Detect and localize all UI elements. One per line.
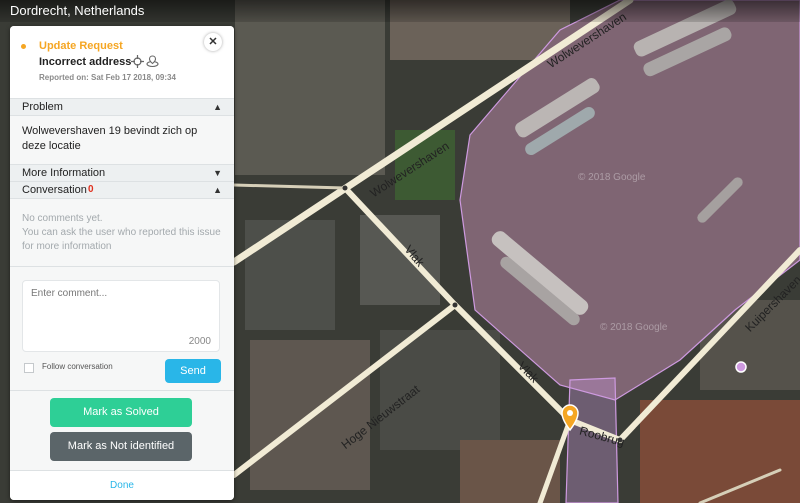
section-more-information-header[interactable]: More Information ▼ <box>10 164 234 182</box>
divider <box>10 390 234 391</box>
follow-conversation-label: Follow conversation <box>42 362 113 371</box>
no-comments-hint: You can ask the user who reported this i… <box>22 227 221 252</box>
mark-as-solved-button[interactable]: Mark as Solved <box>50 398 192 427</box>
section-title: Conversation <box>22 184 87 196</box>
section-title: More Information <box>22 167 106 179</box>
status-dot <box>21 44 26 49</box>
crosshair-icon <box>131 55 144 68</box>
send-button[interactable]: Send <box>165 359 221 383</box>
request-detail-panel: Update Request Incorrect address Reporte… <box>10 26 234 500</box>
comment-placeholder: Enter comment... <box>31 288 108 299</box>
mark-as-not-identified-button[interactable]: Mark as Not identified <box>50 432 192 461</box>
poi-marker[interactable] <box>735 361 747 373</box>
no-comments-line: No comments yet. <box>22 213 103 224</box>
follow-conversation-checkbox[interactable] <box>24 363 34 373</box>
location-type-icon <box>146 55 159 68</box>
reported-on-timestamp: Reported on: Sat Feb 17 2018, 09:34 <box>39 73 176 82</box>
location-bar: Dordrecht, Netherlands <box>0 0 800 22</box>
request-header: Update Request Incorrect address Reporte… <box>10 26 234 98</box>
map-watermark: © 2018 Google <box>578 172 646 183</box>
problem-description: Wolwevershaven 19 bevindt zich op deze l… <box>22 125 198 152</box>
section-problem-header[interactable]: Problem ▲ <box>10 98 234 116</box>
map-watermark: © 2018 Google <box>600 322 668 333</box>
section-conversation-header[interactable]: Conversation 0 ▲ <box>10 181 234 199</box>
request-title: Incorrect address <box>39 56 132 68</box>
character-counter: 2000 <box>188 336 211 347</box>
close-button[interactable]: ✕ <box>204 33 222 51</box>
chevron-up-icon: ▲ <box>213 102 222 112</box>
divider <box>10 266 234 267</box>
request-status-label: Update Request <box>39 40 123 52</box>
comment-input[interactable]: Enter comment... 2000 <box>22 280 220 352</box>
section-title: Problem <box>22 101 63 113</box>
location-title: Dordrecht, Netherlands <box>10 3 145 18</box>
done-button[interactable]: Done <box>10 470 234 500</box>
no-comments-message: No comments yet. You can ask the user wh… <box>22 212 222 254</box>
comment-count-badge: 0 <box>88 184 94 195</box>
chevron-up-icon: ▲ <box>213 185 222 195</box>
close-icon: ✕ <box>208 36 218 48</box>
chevron-down-icon: ▼ <box>213 168 222 178</box>
